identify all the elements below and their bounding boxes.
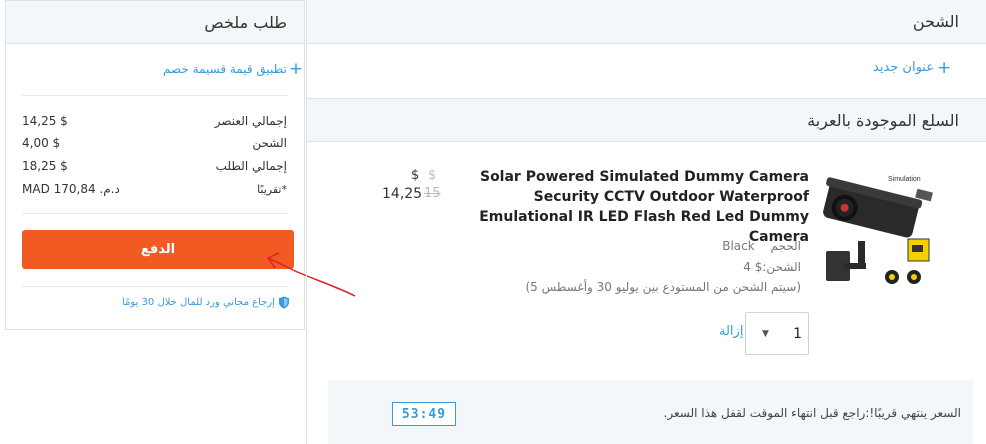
divider bbox=[22, 95, 288, 96]
product-title[interactable]: Solar Powered Simulated Dummy Camera Sec… bbox=[441, 167, 809, 247]
old-price: 15 bbox=[424, 186, 441, 201]
old-price-currency: $ bbox=[428, 168, 437, 183]
free-returns-text: إرجاع مجاني ورد للمال خلال 30 يومًا bbox=[122, 297, 275, 308]
apply-coupon-link[interactable]: + تطبيق قيمة قسيمة خصم bbox=[163, 59, 304, 79]
product-shipping-eta: (سيتم الشحن من المستودع بين يوليو 30 وأغ… bbox=[525, 280, 801, 294]
new-address-link[interactable]: + عنوان جديد bbox=[873, 57, 952, 78]
shipping-section-title: الشحن bbox=[307, 0, 986, 44]
cart-section-title: السلع الموجودة بالعربة bbox=[307, 98, 986, 142]
approx-value: MAD 170,84 .د.م bbox=[22, 182, 120, 196]
divider bbox=[22, 213, 288, 214]
product-image[interactable]: Simulation bbox=[814, 169, 935, 294]
items-total-label: إجمالي العنصر bbox=[214, 114, 287, 128]
order-total-label: إجمالي الطلب bbox=[215, 159, 287, 173]
order-summary-title: طلب ملخص bbox=[6, 1, 304, 44]
price-expiry-message: السعر ينتهي قريبًا!:راجع قبل انتهاء المو… bbox=[663, 406, 961, 420]
current-price: 14,25 bbox=[382, 186, 423, 202]
divider bbox=[22, 286, 288, 287]
product-shipping-cost: الشحن:$ 4 bbox=[743, 260, 801, 274]
shipping-label: الشحن bbox=[252, 136, 287, 150]
order-total-value: 18,25 $ bbox=[22, 159, 68, 173]
price-currency: $ bbox=[411, 168, 420, 183]
plus-icon: + bbox=[288, 59, 304, 79]
summary-row-approx: MAD 170,84 .د.م *تقريبًا bbox=[22, 179, 287, 199]
caret-down-icon: ▼ bbox=[762, 328, 769, 339]
summary-row-items-total: 14,25 $ إجمالي العنصر bbox=[22, 111, 287, 131]
apply-coupon-label: تطبيق قيمة قسيمة خصم bbox=[163, 62, 287, 76]
price-timer-bar: 53:49 السعر ينتهي قريبًا!:راجع قبل انتها… bbox=[328, 380, 973, 444]
checkout-button[interactable]: الدفع bbox=[22, 230, 294, 269]
new-address-label: عنوان جديد bbox=[873, 60, 934, 75]
summary-row-order-total: 18,25 $ إجمالي الطلب bbox=[22, 156, 287, 176]
countdown-timer: 53:49 bbox=[392, 402, 456, 426]
plus-icon: + bbox=[937, 57, 952, 78]
product-size: الحجم Black bbox=[722, 239, 801, 253]
summary-row-shipping: 4,00 $ الشحن bbox=[22, 133, 287, 153]
quantity-select[interactable]: ▼ 1 bbox=[745, 312, 809, 355]
items-total-value: 14,25 $ bbox=[22, 114, 68, 128]
quantity-value: 1 bbox=[793, 325, 802, 342]
size-value: Black bbox=[722, 239, 755, 253]
product-image-label: Simulation bbox=[888, 176, 921, 183]
main-panel: الشحن + عنوان جديد السلع الموجودة بالعرب… bbox=[306, 0, 986, 444]
remove-item-link[interactable]: إزالة bbox=[719, 324, 743, 339]
size-label: الحجم bbox=[770, 239, 801, 253]
shipping-value: 4,00 $ bbox=[22, 136, 61, 150]
approx-label: *تقريبًا bbox=[257, 182, 287, 196]
